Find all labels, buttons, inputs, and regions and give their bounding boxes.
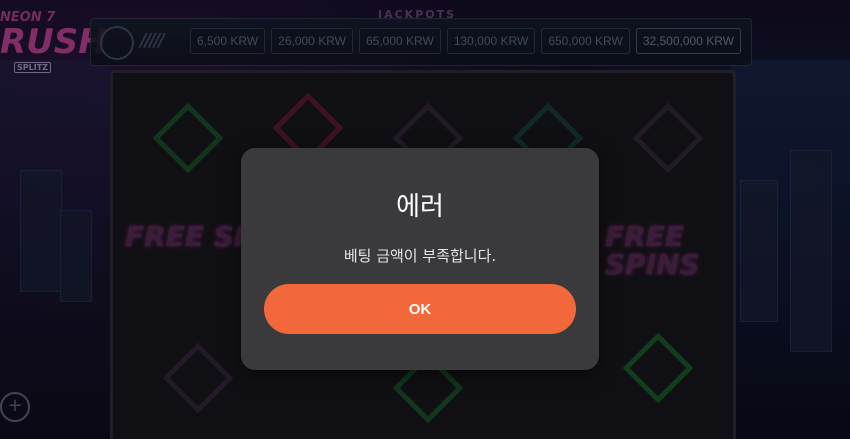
error-dialog: 에러 베팅 금액이 부족합니다. OK xyxy=(241,148,599,370)
dialog-title: 에러 xyxy=(396,192,444,222)
ok-button[interactable]: OK xyxy=(264,284,576,334)
dialog-message: 베팅 금액이 부족합니다. xyxy=(343,247,497,265)
